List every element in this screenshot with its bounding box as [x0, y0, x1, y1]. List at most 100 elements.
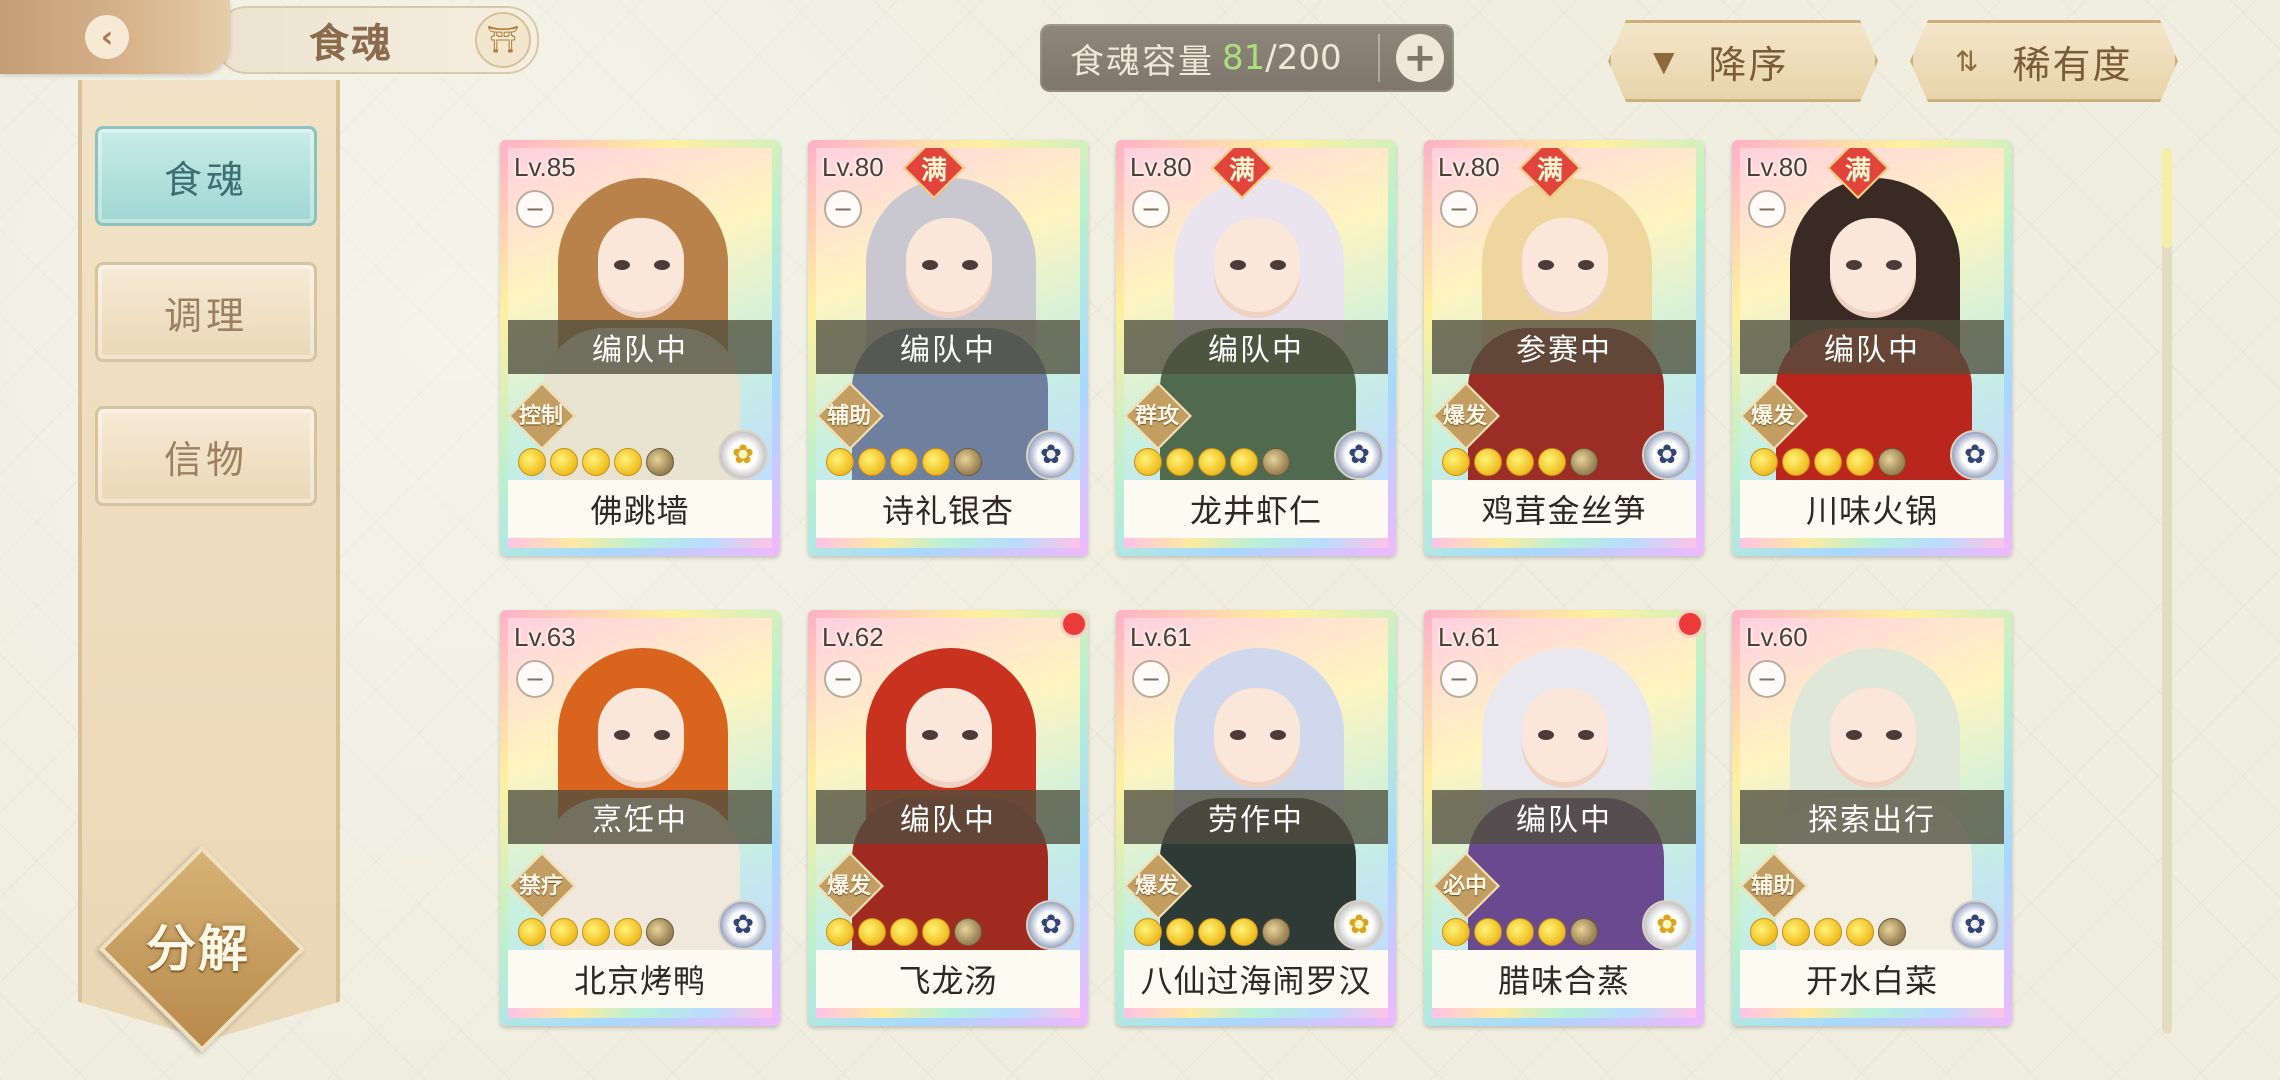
star-icon [550, 918, 578, 946]
food-soul-card[interactable]: Lv.63 − 烹饪中 禁疗 ✿ 北京烤鸭 [500, 610, 780, 1026]
portrait-eye [1886, 260, 1902, 270]
sidebar-item-seasoning[interactable]: 调理 [95, 262, 317, 362]
add-capacity-button[interactable]: + [1396, 34, 1444, 82]
status-banner: 编队中 [816, 790, 1080, 844]
character-name: 北京烤鸭 [508, 950, 772, 1008]
star-icon [1878, 918, 1906, 946]
portrait-eye [1538, 260, 1554, 270]
star-rating [826, 918, 982, 946]
star-icon [1814, 918, 1842, 946]
food-soul-card[interactable]: Lv.60 − 探索出行 辅助 ✿ 开水白菜 [1732, 610, 2012, 1026]
star-rating [1442, 918, 1598, 946]
card-bottom-decoration [1432, 538, 1696, 548]
role-label: 禁疗 [518, 874, 563, 899]
food-soul-card[interactable]: Lv.62 − 编队中 爆发 ✿ 飞龙汤 [808, 610, 1088, 1026]
decompose-button[interactable]: 分解 [98, 845, 306, 1053]
blue-flower-icon: ✿ [1950, 430, 2000, 480]
scrollbar[interactable] [2162, 148, 2172, 1034]
max-badge-label: 满 [920, 155, 947, 186]
level-label: Lv.60 [1746, 622, 1808, 652]
sort-rarity-button[interactable]: ⇅ 稀有度 [1910, 20, 2178, 102]
star-icon [922, 448, 950, 476]
portrait-eye [1270, 730, 1286, 740]
food-soul-card[interactable]: Lv.80 − 编队中 群攻 ✿ 龙井虾仁 满 [1116, 140, 1396, 556]
star-icon [1814, 448, 1842, 476]
card-inner: Lv.80 − 编队中 辅助 ✿ 诗礼银杏 满 [816, 148, 1080, 548]
character-name: 鸡茸金丝笋 [1432, 480, 1696, 538]
character-name: 八仙过海闹罗汉 [1124, 950, 1388, 1008]
status-banner: 编队中 [1124, 320, 1388, 374]
star-icon [1570, 918, 1598, 946]
card-inner: Lv.63 − 烹饪中 禁疗 ✿ 北京烤鸭 [508, 618, 772, 1018]
food-soul-card[interactable]: Lv.85 − 编队中 控制 ✿ 佛跳墙 [500, 140, 780, 556]
level-label: Lv.62 [822, 622, 884, 652]
star-icon [890, 918, 918, 946]
capacity-separator: / [1265, 38, 1277, 78]
star-icon [1538, 448, 1566, 476]
star-icon [1782, 448, 1810, 476]
character-name: 川味火锅 [1740, 480, 2004, 538]
bowl-icon: − [1440, 660, 1478, 698]
card-bottom-decoration [1740, 1008, 2004, 1018]
notification-dot [1060, 610, 1088, 638]
status-banner: 探索出行 [1740, 790, 2004, 844]
card-inner: Lv.60 − 探索出行 辅助 ✿ 开水白菜 [1740, 618, 2004, 1018]
portrait-eye [1230, 730, 1246, 740]
level-label: Lv.80 [822, 152, 884, 182]
sidebar-item-food-souls[interactable]: 食魂 [95, 126, 317, 226]
sort-order-button[interactable]: ▼ 降序 [1608, 20, 1878, 102]
card-inner: Lv.80 − 编队中 爆发 ✿ 川味火锅 满 [1740, 148, 2004, 548]
role-label: 必中 [1442, 874, 1487, 899]
star-icon [1570, 448, 1598, 476]
food-soul-card[interactable]: Lv.80 − 编队中 辅助 ✿ 诗礼银杏 满 [808, 140, 1088, 556]
character-name: 开水白菜 [1740, 950, 2004, 1008]
role-label: 爆发 [826, 874, 871, 899]
page-title: 食魂 [309, 20, 393, 67]
card-inner: Lv.85 − 编队中 控制 ✿ 佛跳墙 [508, 148, 772, 548]
star-icon [826, 918, 854, 946]
food-soul-card[interactable]: Lv.61 − 编队中 必中 ✿ 腊味合蒸 [1424, 610, 1704, 1026]
card-bottom-decoration [508, 1008, 772, 1018]
role-label: 爆发 [1134, 874, 1179, 899]
capacity-max: 200 [1276, 38, 1342, 78]
capacity-divider [1378, 34, 1380, 82]
bowl-icon: − [1748, 660, 1786, 698]
pagoda-icon[interactable]: ⛩ [475, 12, 531, 68]
star-icon [1750, 448, 1778, 476]
role-label: 群攻 [1134, 404, 1179, 429]
portrait-eye [614, 730, 630, 740]
role-badge: 辅助 [816, 382, 884, 450]
back-button[interactable]: ‹ [0, 0, 230, 74]
food-soul-card[interactable]: Lv.80 − 参赛中 爆发 ✿ 鸡茸金丝笋 满 [1424, 140, 1704, 556]
scrollbar-thumb[interactable] [2162, 148, 2172, 248]
portrait-face [1214, 218, 1300, 318]
card-bottom-decoration [1124, 538, 1388, 548]
star-icon [1474, 448, 1502, 476]
bowl-icon: − [824, 190, 862, 228]
character-name: 飞龙汤 [816, 950, 1080, 1008]
portrait-face [906, 218, 992, 318]
card-inner: Lv.61 − 劳作中 爆发 ✿ 八仙过海闹罗汉 [1124, 618, 1388, 1018]
star-rating [518, 448, 674, 476]
star-icon [1134, 448, 1162, 476]
star-icon [550, 448, 578, 476]
status-banner: 烹饪中 [508, 790, 772, 844]
star-icon [954, 918, 982, 946]
role-badge: 爆发 [1432, 382, 1500, 450]
food-soul-card[interactable]: Lv.80 − 编队中 爆发 ✿ 川味火锅 满 [1732, 140, 2012, 556]
food-soul-card[interactable]: Lv.61 − 劳作中 爆发 ✿ 八仙过海闹罗汉 [1116, 610, 1396, 1026]
sidebar-item-tokens[interactable]: 信物 [95, 406, 317, 506]
sidebar-item-label: 调理 [163, 293, 248, 338]
star-icon [1442, 448, 1470, 476]
header: 食魂 ⛩ ‹ [0, 0, 540, 80]
card-bottom-decoration [816, 1008, 1080, 1018]
star-rating [1750, 918, 1906, 946]
star-icon [582, 918, 610, 946]
portrait-eye [1886, 730, 1902, 740]
star-rating [1134, 448, 1290, 476]
card-inner: Lv.62 − 编队中 爆发 ✿ 飞龙汤 [816, 618, 1080, 1018]
star-icon [1198, 918, 1226, 946]
card-bottom-decoration [816, 538, 1080, 548]
decompose-label: 分解 [146, 919, 250, 978]
star-icon [1166, 448, 1194, 476]
